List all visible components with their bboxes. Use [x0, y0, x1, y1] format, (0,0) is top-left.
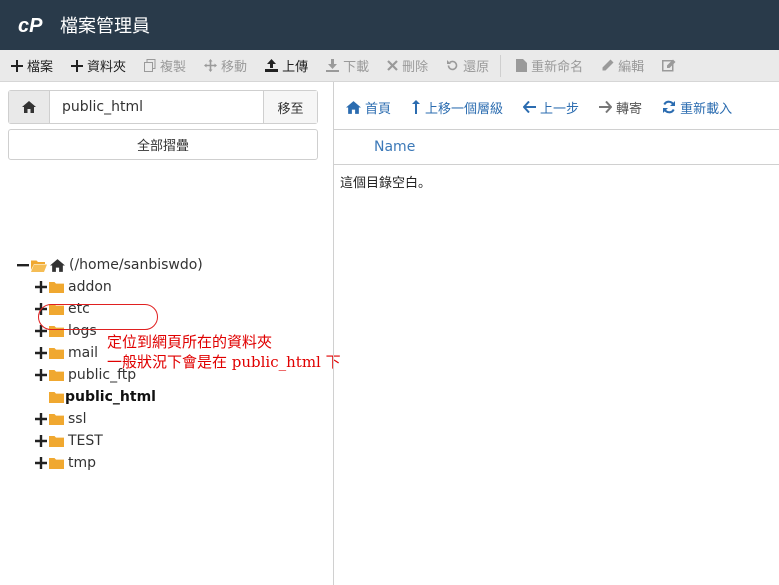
refresh-icon: [663, 100, 676, 114]
download-icon: [326, 59, 340, 72]
tree-item-label: addon: [68, 279, 112, 295]
folder-icon: [49, 436, 64, 447]
tree-item-label: tmp: [68, 455, 97, 471]
upload-icon: [265, 59, 279, 72]
download-label: 下載: [343, 60, 370, 75]
back-label: 上一步: [540, 101, 580, 117]
folder-icon: [49, 348, 64, 359]
folder-icon: [49, 414, 64, 425]
back-button[interactable]: 上一步: [511, 98, 587, 117]
tree-root[interactable]: (/home/sanbiswdo): [17, 254, 203, 276]
home-icon: [346, 100, 361, 114]
tree-item-tmp[interactable]: tmp: [35, 452, 96, 474]
annotation-line-1: 定位到網頁所在的資料夾: [107, 333, 273, 351]
tree-item-label: mail: [68, 345, 98, 361]
go-button[interactable]: 移至: [263, 91, 317, 123]
new-file-label: 檔案: [27, 60, 54, 75]
home-nav-button[interactable]: 首頁: [334, 98, 399, 117]
copy-button[interactable]: 複製: [133, 50, 193, 81]
expand-plus-icon[interactable]: [35, 369, 47, 381]
tree-root-label: (/home/sanbiswdo): [69, 257, 203, 273]
tree-item-mail[interactable]: mail: [35, 342, 98, 364]
up-one-level-label: 上移一個層級: [425, 101, 504, 117]
highlight-oval: [38, 304, 158, 330]
edit-label: 編輯: [618, 60, 645, 75]
tree-item-test[interactable]: TEST: [35, 430, 103, 452]
toolbar-divider: [500, 54, 502, 77]
pencil-icon: [602, 59, 614, 71]
folder-icon: [49, 370, 64, 381]
home-nav-label: 首頁: [365, 101, 392, 117]
collapse-minus-icon[interactable]: [17, 259, 29, 271]
expand-plus-icon[interactable]: [35, 347, 47, 359]
collapse-all-button[interactable]: 全部摺疊: [8, 129, 318, 160]
download-button[interactable]: 下載: [315, 50, 376, 81]
reload-label: 重新載入: [680, 101, 733, 117]
rename-label: 重新命名: [531, 60, 584, 75]
delete-button[interactable]: 刪除: [376, 50, 435, 81]
home-icon: [22, 101, 36, 113]
file-icon: [516, 59, 528, 72]
tree-item-addon[interactable]: addon: [35, 276, 112, 298]
level-up-icon: [412, 100, 421, 114]
new-file-button[interactable]: 檔案: [0, 50, 60, 81]
folder-icon: [49, 392, 64, 403]
navigation-bar: 首頁 上移一個層級 上一步 轉寄 重新載入: [334, 90, 779, 124]
svg-text:cP: cP: [18, 15, 43, 36]
new-folder-button[interactable]: 資料夾: [60, 50, 133, 81]
tree-item-public-html[interactable]: public_html: [49, 386, 156, 408]
move-button[interactable]: 移動: [193, 50, 254, 81]
home-icon: [50, 258, 65, 272]
move-icon: [204, 59, 218, 72]
rename-button[interactable]: 重新命名: [505, 50, 590, 81]
empty-directory-message: 這個目錄空白。: [340, 176, 432, 191]
annotation-note: 定位到網頁所在的資料夾 一般狀況下會是在 public_html 下: [107, 332, 341, 372]
file-list-panel: 首頁 上移一個層級 上一步 轉寄 重新載入 Name 這個目錄空白。: [333, 82, 779, 585]
move-label: 移動: [221, 60, 248, 75]
arrow-right-icon: [599, 101, 613, 113]
path-input[interactable]: [50, 91, 263, 123]
delete-icon: [387, 60, 398, 71]
copy-label: 複製: [160, 60, 187, 75]
expand-plus-icon[interactable]: [35, 281, 47, 293]
forward-button[interactable]: 轉寄: [587, 98, 650, 117]
expand-plus-icon[interactable]: [35, 413, 47, 425]
folder-icon: [49, 282, 64, 293]
tree-item-ssl[interactable]: ssl: [35, 408, 86, 430]
reload-button[interactable]: 重新載入: [650, 98, 740, 117]
plus-icon: [71, 59, 84, 72]
arrow-left-icon: [523, 101, 537, 113]
app-header: cP 檔案管理員: [0, 0, 779, 50]
html-editor-button[interactable]: [651, 50, 687, 81]
forward-label: 轉寄: [616, 101, 643, 117]
app-title: 檔案管理員: [60, 16, 150, 37]
restore-icon: [447, 60, 458, 71]
file-table-header: Name: [334, 129, 779, 165]
plus-icon: [11, 59, 23, 72]
edit-box-icon: [662, 59, 676, 72]
path-bar: 移至: [8, 90, 318, 124]
delete-label: 刪除: [402, 60, 429, 75]
up-one-level-button[interactable]: 上移一個層級: [399, 98, 511, 117]
tree-item-label: ssl: [68, 411, 87, 427]
upload-button[interactable]: 上傳: [254, 50, 315, 81]
edit-button[interactable]: 編輯: [590, 50, 651, 81]
tree-item-label: public_html: [65, 389, 156, 405]
column-header-name[interactable]: Name: [374, 139, 415, 155]
folder-open-icon: [31, 260, 47, 272]
expand-plus-icon[interactable]: [35, 457, 47, 469]
upload-label: 上傳: [282, 60, 309, 75]
copy-icon: [144, 59, 156, 72]
expand-plus-icon[interactable]: [35, 435, 47, 447]
home-directory-button[interactable]: [9, 91, 50, 123]
new-folder-label: 資料夾: [87, 60, 127, 75]
restore-button[interactable]: 還原: [435, 50, 496, 81]
cpanel-logo[interactable]: cP: [18, 14, 48, 36]
toolbar: 檔案 資料夾 複製 移動 上傳 下載 刪除 還原 重新命名 編輯: [0, 50, 779, 82]
annotation-line-2: 一般狀況下會是在 public_html 下: [107, 353, 341, 371]
tree-item-label: TEST: [68, 433, 103, 449]
folder-icon: [49, 458, 64, 469]
restore-label: 還原: [463, 60, 490, 75]
